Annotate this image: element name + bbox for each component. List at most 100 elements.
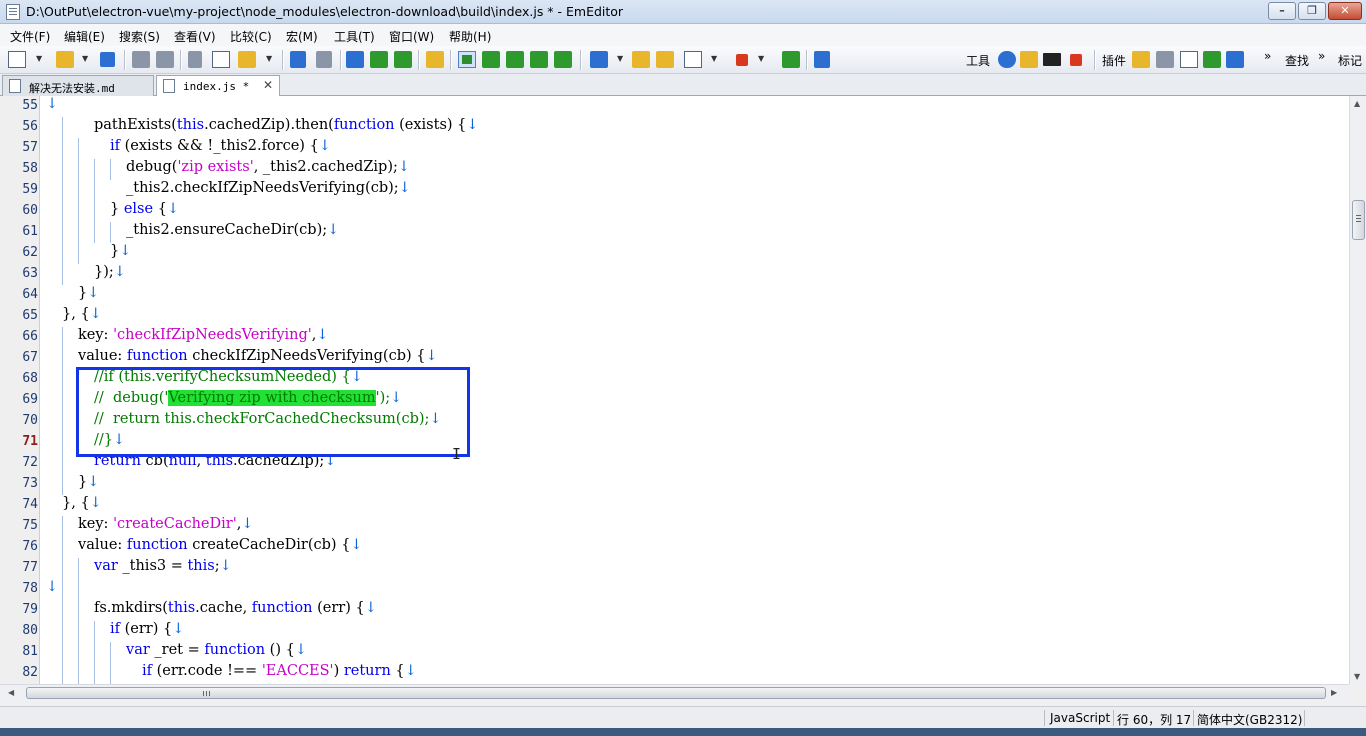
code-line: //if (this.verifyChecksumNeeded) {↓	[94, 369, 363, 385]
code-line: ↓	[46, 96, 59, 112]
wrap-none-icon[interactable]	[482, 51, 500, 68]
status-language[interactable]: JavaScript	[1050, 711, 1110, 725]
toggle-view-icon[interactable]	[458, 51, 476, 68]
line-number: 58	[22, 161, 38, 176]
tool-export-icon[interactable]	[1020, 51, 1038, 68]
vertical-scroll-thumb[interactable]	[1352, 200, 1365, 240]
code-line: debug('zip exists', _this2.cachedZip);↓	[126, 159, 411, 175]
print-preview-icon[interactable]	[156, 51, 174, 68]
menu-tools[interactable]: 工具(T)	[334, 28, 375, 45]
checkbox-icon[interactable]	[684, 51, 702, 68]
open-folder-icon[interactable]	[56, 51, 74, 68]
code-line: });↓	[94, 264, 126, 280]
line-number: 56	[22, 119, 38, 134]
paste-dropdown-icon[interactable]: ▼	[266, 54, 272, 63]
find-prev-icon[interactable]	[394, 51, 412, 68]
tab-close-icon[interactable]: ✕	[263, 78, 273, 92]
horizontal-scrollbar[interactable]: ◀ ▶	[0, 684, 1349, 701]
macro-tool-icon[interactable]	[814, 51, 830, 68]
find-in-files-icon[interactable]	[426, 51, 444, 68]
scroll-up-icon[interactable]: ▲	[1354, 99, 1360, 108]
menu-file[interactable]: 文件(F)	[10, 28, 50, 45]
find-next-icon[interactable]	[370, 51, 388, 68]
line-number: 71	[22, 434, 38, 449]
line-number: 55	[22, 98, 38, 113]
code-line: key: 'checkIfZipNeedsVerifying',↓	[78, 327, 329, 343]
minimize-icon: –	[1279, 4, 1285, 17]
paste-icon[interactable]	[238, 51, 256, 68]
close-button[interactable]: ✕	[1328, 2, 1362, 20]
tab-label: 解决无法安装.md	[29, 82, 115, 95]
cut-icon[interactable]	[188, 51, 202, 68]
toolbar-more-icon[interactable]: »	[1264, 49, 1271, 63]
status-position[interactable]: 行 60，列 17	[1117, 711, 1191, 728]
tab-index-js[interactable]: index.js * ✕	[156, 75, 280, 97]
line-number: 82	[22, 665, 38, 680]
line-number: 57	[22, 140, 38, 155]
minimize-button[interactable]: –	[1268, 2, 1296, 20]
line-number: 73	[22, 476, 38, 491]
document-icon	[6, 4, 20, 20]
wrap-window-icon[interactable]	[506, 51, 524, 68]
menu-compare[interactable]: 比较(C)	[230, 28, 272, 45]
config-icon[interactable]	[590, 51, 608, 68]
horizontal-scroll-thumb[interactable]	[26, 687, 1326, 699]
tab-readme[interactable]: 解决无法安装.md	[2, 75, 154, 96]
code-line: if (exists && !_this2.force) {↓	[110, 138, 331, 154]
new-dropdown-icon[interactable]: ▼	[36, 54, 42, 63]
macro-dropdown-icon[interactable]: ▼	[758, 54, 764, 63]
find-icon[interactable]	[346, 51, 364, 68]
new-file-icon[interactable]	[8, 51, 26, 68]
redo-icon[interactable]	[316, 51, 332, 68]
plugin-snippets-icon[interactable]	[1226, 51, 1244, 68]
copy-icon[interactable]	[212, 51, 230, 68]
config-dropdown-icon[interactable]: ▼	[617, 54, 623, 63]
wrap-chars-icon[interactable]	[554, 51, 572, 68]
bookmark-label[interactable]: 标记	[1338, 52, 1362, 69]
scroll-right-icon[interactable]: ▶	[1331, 688, 1337, 697]
stop-macro-icon[interactable]	[736, 54, 748, 66]
tool-pin-icon[interactable]	[1070, 54, 1082, 66]
undo-icon[interactable]	[290, 51, 306, 68]
vertical-scrollbar[interactable]: ▲ ▼	[1349, 96, 1366, 684]
maximize-button[interactable]: ❐	[1298, 2, 1326, 20]
toolbar-more-icon[interactable]: »	[1318, 49, 1325, 63]
properties-icon[interactable]	[632, 51, 650, 68]
wrap-page-icon[interactable]	[530, 51, 548, 68]
menu-macro[interactable]: 宏(M)	[286, 28, 318, 45]
customize-icon[interactable]	[656, 51, 674, 68]
save-icon[interactable]	[100, 52, 115, 67]
line-number: 60	[22, 203, 38, 218]
code-line: if (err.code !== 'EACCES') return {↓	[142, 663, 417, 679]
code-line: value: function createCacheDir(cb) {↓	[78, 537, 363, 553]
menu-edit[interactable]: 编辑(E)	[64, 28, 105, 45]
status-encoding[interactable]: 简体中文(GB2312)	[1197, 711, 1302, 728]
window-title: D:\OutPut\electron-vue\my-project\node_m…	[26, 4, 624, 19]
find-label[interactable]: 查找	[1285, 52, 1309, 69]
ie-icon[interactable]	[998, 51, 1016, 68]
checkbox-dropdown-icon[interactable]: ▼	[711, 54, 717, 63]
plugin-outline-icon[interactable]	[1180, 51, 1198, 68]
code-line: return cb(null, this.cachedZip);↓	[94, 453, 337, 469]
plugin-explorer-icon[interactable]	[1132, 51, 1150, 68]
menu-view[interactable]: 查看(V)	[174, 28, 216, 45]
tab-bar: 解决无法安装.md index.js * ✕	[0, 74, 1366, 97]
close-icon: ✕	[1340, 4, 1350, 17]
menu-search[interactable]: 搜索(S)	[119, 28, 160, 45]
line-number-gutter: 55 56 57 58 59 60 61 62 63 64 65 66 67 68 69 70 71 72 73 74…	[0, 96, 40, 684]
line-number: 77	[22, 560, 38, 575]
plugin-charmap-icon[interactable]	[1156, 51, 1174, 68]
code-editor[interactable]: 55 56 57 58 59 60 61 62 63 64 65 66 67 68 69 70 71 72 73 74…	[0, 96, 1366, 684]
cmd-icon[interactable]	[1043, 53, 1061, 66]
search-match-highlight: Verifying zip with checksum	[168, 390, 376, 406]
scroll-left-icon[interactable]: ◀	[8, 688, 14, 697]
menu-window[interactable]: 窗口(W)	[389, 28, 434, 45]
menu-help[interactable]: 帮助(H)	[449, 28, 491, 45]
open-dropdown-icon[interactable]: ▼	[82, 54, 88, 63]
code-line: key: 'createCacheDir',↓	[78, 516, 254, 532]
scroll-down-icon[interactable]: ▼	[1354, 672, 1360, 681]
run-macro-icon[interactable]	[782, 51, 800, 68]
print-icon[interactable]	[132, 51, 150, 68]
plugin-projects-icon[interactable]	[1203, 51, 1221, 68]
code-line: fs.mkdirs(this.cache, function (err) {↓	[94, 600, 377, 616]
